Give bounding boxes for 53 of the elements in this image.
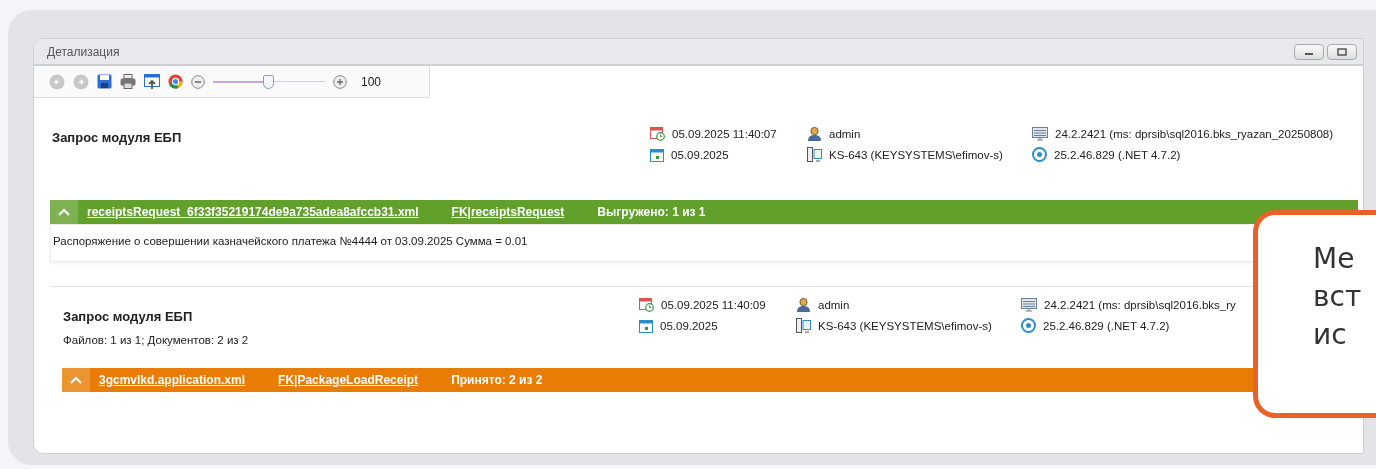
print-icon[interactable]: [120, 74, 136, 89]
computer-icon: [796, 318, 811, 333]
zoom-out-icon[interactable]: [191, 74, 205, 89]
meta-server: 24.2.2421 (ms: dprsib\sql2016.bks_ryazan_20250808): [1055, 127, 1334, 140]
type-link[interactable]: FK|receiptsRequest: [451, 205, 565, 219]
export-icon[interactable]: [144, 73, 160, 90]
zoom-in-icon[interactable]: [333, 74, 347, 89]
request-summary: Файлов: 1 из 1; Документов: 2 из 2: [63, 334, 250, 346]
meta-date: 05.09.2025: [671, 148, 729, 161]
file-link[interactable]: 3gcmvlkd.application.xml: [99, 373, 246, 387]
calendar-icon: [650, 147, 664, 162]
slider-thumb[interactable]: [263, 74, 274, 89]
meta-machine: KS-643 (KEYSYSTEMS\efimov-s): [818, 319, 992, 332]
description-text: Распоряжение о совершении казначейского платежа №4444 от 03.09.2025 Сумма = 0.01: [53, 235, 528, 247]
save-icon[interactable]: [97, 74, 112, 89]
calendar-icon: [639, 318, 653, 333]
meta-machine: KS-643 (KEYSYSTEMS\efimov-s): [829, 148, 1003, 161]
computer-icon: [807, 147, 822, 162]
user-icon: [807, 126, 822, 141]
meta-created: 05.09.2025 11:40:09: [661, 298, 766, 311]
chevron-icon: [58, 208, 70, 216]
meta-user: admin: [818, 298, 850, 311]
window-title: Детализация: [47, 44, 120, 59]
meta-date: 05.09.2025: [660, 319, 718, 332]
type-link[interactable]: FK|PackageLoadReceipt: [278, 373, 419, 387]
meta-server: 24.2.2421 (ms: dprsib\sql2016.bks_ry: [1044, 298, 1236, 311]
user-icon: [796, 297, 811, 312]
chevron-icon: [70, 376, 82, 384]
minimize-button[interactable]: [1294, 43, 1324, 60]
calendar-clock-icon: [650, 126, 665, 141]
maximize-icon: [1337, 47, 1347, 56]
callout-text: Ме: [1313, 241, 1356, 277]
zoom-value: 100: [361, 74, 382, 89]
browser-icon[interactable]: [168, 74, 183, 89]
request-title: Запрос модуля ЕБП: [52, 130, 183, 145]
meta-version: 25.2.46.829 (.NET 4.7.2): [1054, 148, 1181, 161]
meta-created: 05.09.2025 11:40:07: [672, 127, 777, 140]
callout-text: вст: [1313, 279, 1363, 315]
refresh-icon: [1021, 318, 1036, 333]
maximize-button[interactable]: [1327, 43, 1357, 60]
calendar-clock-icon: [639, 297, 654, 312]
meta-version: 25.2.46.829 (.NET 4.7.2): [1043, 319, 1170, 332]
file-link[interactable]: receiptsRequest_6f33f35219174de9a735adea8afccb31.xml: [87, 205, 419, 219]
server-icon: [1021, 297, 1037, 312]
status-text: Выгружено: 1 из 1: [597, 205, 706, 219]
meta-user: admin: [829, 127, 861, 140]
refresh-icon: [1032, 147, 1047, 162]
collapse-button[interactable]: [62, 368, 90, 392]
request-title: Запрос модуля ЕБП: [63, 309, 194, 324]
status-text: Принято: 2 из 2: [451, 373, 543, 387]
callout-text: ис: [1313, 317, 1348, 353]
collapse-button[interactable]: [50, 200, 78, 224]
server-icon: [1032, 126, 1048, 141]
